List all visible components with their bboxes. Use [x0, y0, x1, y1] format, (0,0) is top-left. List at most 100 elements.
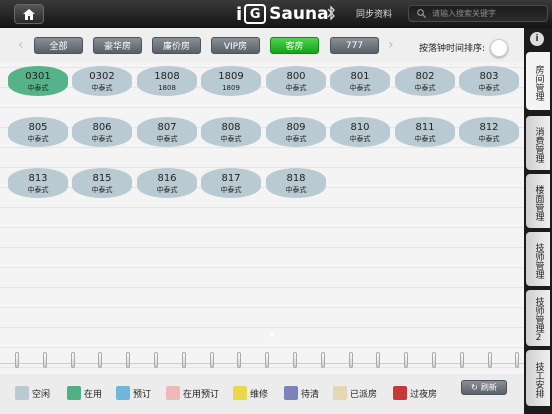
filter-tab-luxury[interactable]: 豪华房 [93, 37, 142, 54]
room-type: 中泰式 [91, 185, 113, 194]
legend-swatch [233, 386, 247, 400]
room-card[interactable]: 0301 中泰式 [8, 66, 68, 96]
room-card[interactable]: 813 中泰式 [8, 168, 68, 198]
room-card[interactable]: 806 中泰式 [72, 117, 132, 147]
binding-ring [348, 352, 353, 368]
room-number: 802 [415, 70, 435, 82]
binding-ring [459, 352, 464, 368]
sidebar-tab-consumption-management[interactable]: 消费管理 [526, 116, 550, 170]
room-type: 中泰式 [27, 185, 49, 194]
room-number: 806 [92, 121, 112, 133]
filter-tab-all[interactable]: 全部 [34, 37, 83, 54]
legend-label: 预订 [133, 389, 152, 400]
legend-swatch [393, 386, 407, 400]
binding-ring [126, 352, 131, 368]
binding-ring [98, 352, 103, 368]
next-arrow-icon[interactable]: › [388, 37, 394, 53]
room-card[interactable]: 809 中泰式 [266, 117, 326, 147]
room-card[interactable]: 815 中泰式 [72, 168, 132, 198]
search-input[interactable] [432, 9, 542, 18]
room-type: 中泰式 [91, 134, 113, 143]
ring-binding [0, 352, 524, 374]
search-box[interactable] [408, 5, 548, 22]
room-number: 803 [479, 70, 499, 82]
room-card[interactable]: 1809 1809 [201, 66, 261, 96]
room-number: 809 [286, 121, 306, 133]
bluetooth-icon [327, 5, 335, 21]
room-card[interactable]: 811 中泰式 [395, 117, 455, 147]
legend-item: 预订 [116, 386, 151, 400]
room-card[interactable]: 802 中泰式 [395, 66, 455, 96]
sidebar-tab-room-management[interactable]: 房间管理 [526, 52, 550, 110]
refresh-button[interactable]: ↻ 刷新 [461, 380, 507, 395]
room-card[interactable]: 801 中泰式 [330, 66, 390, 96]
room-number: 818 [286, 172, 306, 184]
room-type: 中泰式 [156, 185, 178, 194]
room-number: 815 [92, 172, 112, 184]
search-icon [417, 9, 426, 18]
room-number: 817 [221, 172, 241, 184]
prev-arrow-icon[interactable]: ‹ [18, 37, 24, 53]
logo-i: i [236, 3, 243, 25]
room-type: 中泰式 [349, 134, 371, 143]
room-type: 1809 [222, 83, 240, 92]
room-type: 中泰式 [220, 134, 242, 143]
legend-item: 过夜房 [393, 386, 437, 400]
filter-tab-777[interactable]: 777 [330, 37, 379, 54]
legend-label: 过夜房 [410, 389, 438, 400]
sidebar-tab-technician-management[interactable]: 技师管理 [526, 232, 550, 286]
sync-data-button[interactable]: 同步资料 [356, 7, 392, 20]
room-card[interactable]: 812 中泰式 [459, 117, 519, 147]
room-card[interactable]: 1808 1808 [137, 66, 197, 96]
room-type: 中泰式 [220, 185, 242, 194]
sidebar-tab-worker-arrangement[interactable]: 技工安排 [526, 350, 550, 406]
logo-text: Sauna [269, 4, 329, 24]
info-icon[interactable]: i [530, 32, 544, 46]
binding-ring [209, 352, 214, 368]
sort-toggle[interactable] [490, 39, 508, 57]
room-card[interactable]: 800 中泰式 [266, 66, 326, 96]
room-type: 中泰式 [349, 83, 371, 92]
room-card[interactable]: 817 中泰式 [201, 168, 261, 198]
room-card[interactable]: 807 中泰式 [137, 117, 197, 147]
binding-ring [320, 352, 325, 368]
sidebar-tab-floor-management[interactable]: 楼面管理 [526, 174, 550, 228]
top-bar: i G Sauna 同步资料 [0, 0, 552, 29]
room-card[interactable]: 810 中泰式 [330, 117, 390, 147]
room-card[interactable]: 816 中泰式 [137, 168, 197, 198]
room-card[interactable]: 808 中泰式 [201, 117, 261, 147]
room-number: 801 [350, 70, 370, 82]
legend-label: 维修 [250, 389, 269, 400]
filter-tab-guest-room[interactable]: 客房 [270, 37, 319, 54]
legend-item: 待清 [284, 386, 319, 400]
app-logo: i G Sauna [236, 3, 329, 25]
home-button[interactable] [14, 4, 44, 24]
binding-ring [293, 352, 297, 368]
room-type: 中泰式 [27, 83, 49, 92]
room-number: 808 [221, 121, 241, 133]
room-card[interactable]: 818 中泰式 [266, 168, 326, 198]
room-type: 中泰式 [414, 134, 436, 143]
room-type: 中泰式 [91, 83, 113, 92]
room-type: 中泰式 [478, 134, 500, 143]
page-indicator [270, 333, 274, 337]
room-type: 中泰式 [285, 185, 307, 194]
legend-item: 在用预订 [166, 386, 219, 400]
logo-box: G [244, 4, 267, 24]
room-card[interactable]: 805 中泰式 [8, 117, 68, 147]
legend-item: 空闲 [15, 386, 50, 400]
room-number: 0301 [25, 70, 51, 82]
filter-tab-budget[interactable]: 廉价房 [152, 37, 201, 54]
legend-label: 已派房 [350, 389, 378, 400]
room-card[interactable]: 0302 中泰式 [72, 66, 132, 96]
legend-label: 空闲 [32, 389, 51, 400]
filter-tab-vip[interactable]: VIP房 [211, 37, 260, 54]
filter-bar: ‹ 全部 豪华房 廉价房 VIP房 客房 777 › 按落钟时间排序: [0, 28, 524, 62]
room-card[interactable]: 803 中泰式 [459, 66, 519, 96]
sidebar-tab-technician-management-2[interactable]: 技师管理2 [526, 290, 550, 346]
legend-swatch [166, 386, 180, 400]
binding-ring [154, 352, 158, 368]
room-type: 中泰式 [414, 83, 436, 92]
sort-label: 按落钟时间排序: [419, 44, 486, 54]
room-number: 1809 [218, 70, 244, 82]
